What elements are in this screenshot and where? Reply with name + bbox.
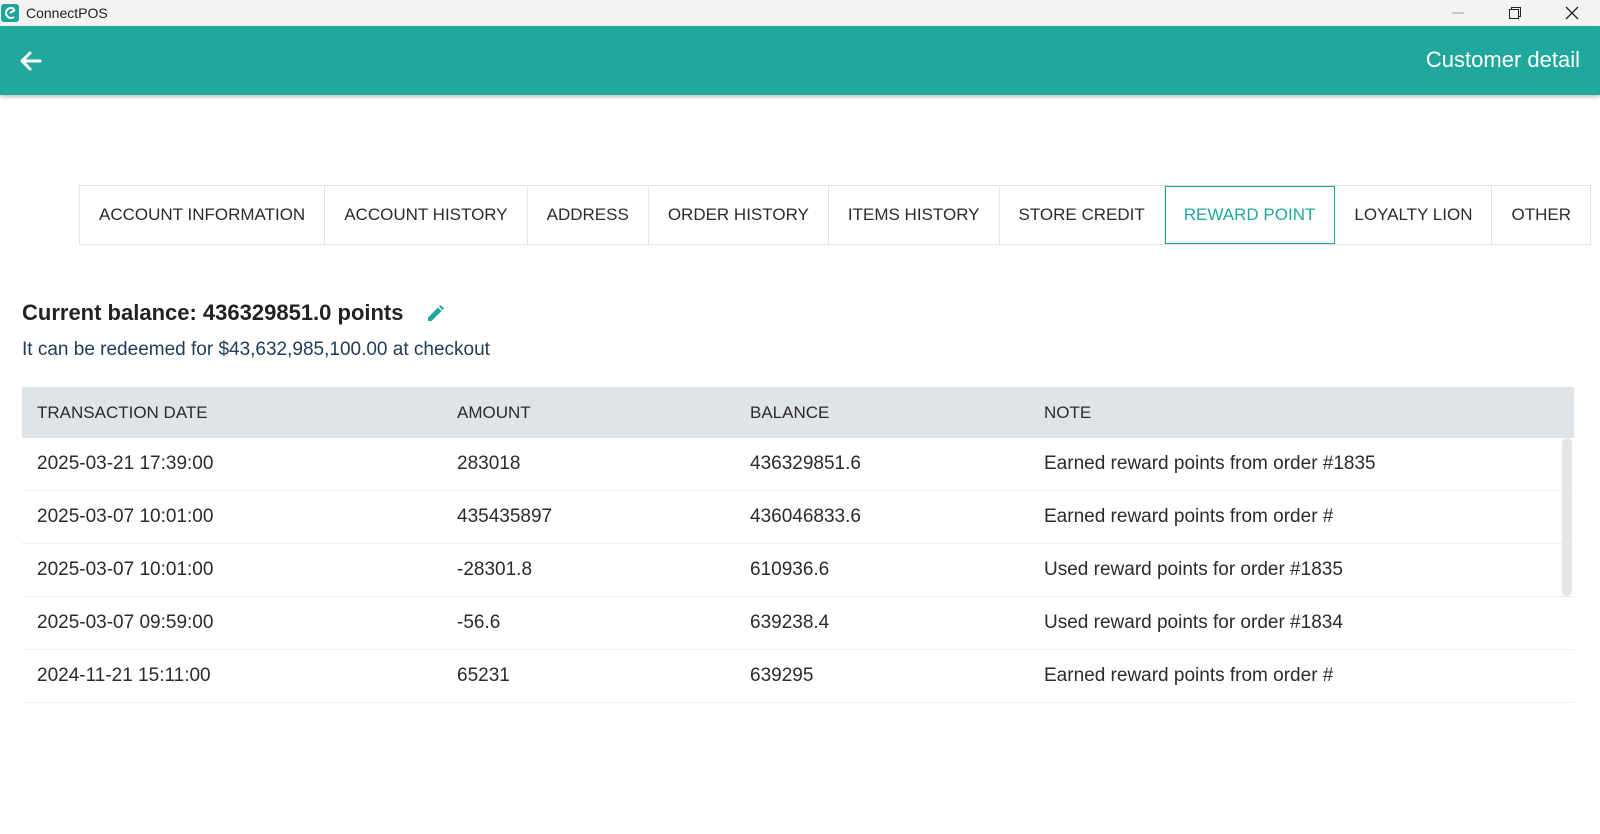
tab-items-history[interactable]: ITEMS HISTORY: [829, 186, 1000, 244]
cell-amount: -28301.8: [457, 559, 533, 580]
cell-balance: 610936.6: [750, 559, 830, 580]
arrow-left-icon[interactable]: [18, 48, 44, 74]
cell-date: 2024-11-21 15:11:00: [37, 665, 211, 686]
close-icon[interactable]: [1543, 0, 1600, 26]
header-transaction-date: TRANSACTION DATE: [37, 402, 208, 422]
cell-balance: 436329851.6: [750, 453, 861, 474]
cell-note: Earned reward points from order #: [1044, 665, 1334, 686]
tab-order-history[interactable]: ORDER HISTORY: [649, 186, 829, 244]
header-amount: AMOUNT: [457, 402, 531, 422]
cell-date: 2025-03-07 09:59:00: [37, 612, 214, 633]
cell-note: Used reward points for order #1834: [1044, 612, 1343, 633]
cell-amount: 435435897: [457, 506, 553, 527]
cell-amount: 283018: [457, 453, 521, 474]
pencil-icon[interactable]: [425, 304, 447, 326]
table-header: TRANSACTION DATE AMOUNT BALANCE NOTE: [22, 387, 1574, 438]
app-logo-icon: [1, 4, 19, 22]
table-row: 2025-03-21 17:39:00 283018 436329851.6 E…: [22, 438, 1574, 491]
redeem-info: It can be redeemed for $43,632,985,100.0…: [22, 339, 490, 360]
cell-amount: 65231: [457, 665, 510, 686]
table-row: 2025-03-07 10:01:00 -28301.8 610936.6 Us…: [22, 544, 1574, 597]
tab-address[interactable]: ADDRESS: [528, 186, 649, 244]
cell-note: Used reward points for order #1835: [1044, 559, 1343, 580]
window-controls: [1429, 0, 1600, 26]
tab-loyalty-lion[interactable]: LOYALTY LION: [1335, 186, 1493, 244]
tab-reward-point[interactable]: REWARD POINT: [1164, 186, 1336, 244]
cell-balance: 639238.4: [750, 612, 830, 633]
minimize-icon[interactable]: [1429, 0, 1486, 26]
cell-note: Earned reward points from order #1835: [1044, 453, 1376, 474]
table-row: 2024-11-21 15:11:00 65231 639295 Earned …: [22, 650, 1574, 703]
tab-store-credit[interactable]: STORE CREDIT: [1000, 186, 1165, 244]
cell-date: 2025-03-21 17:39:00: [37, 453, 214, 474]
reward-transactions-table: TRANSACTION DATE AMOUNT BALANCE NOTE 202…: [22, 387, 1574, 703]
window-titlebar: ConnectPOS: [0, 0, 1600, 26]
cell-date: 2025-03-07 10:01:00: [37, 559, 214, 580]
cell-date: 2025-03-07 10:01:00: [37, 506, 214, 527]
app-name: ConnectPOS: [26, 5, 108, 21]
current-balance: Current balance: 436329851.0 points: [22, 300, 404, 325]
header-balance: BALANCE: [750, 402, 830, 422]
cell-amount: -56.6: [457, 612, 501, 633]
page-title: Customer detail: [1425, 47, 1580, 72]
header-note: NOTE: [1044, 402, 1092, 422]
restore-icon[interactable]: [1486, 0, 1543, 26]
tab-other[interactable]: OTHER: [1492, 186, 1590, 244]
table-scrollbar[interactable]: [1562, 438, 1572, 596]
cell-balance: 639295: [750, 665, 814, 686]
cell-balance: 436046833.6: [750, 506, 861, 527]
table-row: 2025-03-07 09:59:00 -56.6 639238.4 Used …: [22, 597, 1574, 650]
table-row: 2025-03-07 10:01:00 435435897 436046833.…: [22, 491, 1574, 544]
app-header: Customer detail: [0, 26, 1600, 95]
customer-tabs: ACCOUNT INFORMATION ACCOUNT HISTORY ADDR…: [79, 185, 1591, 245]
tab-account-history[interactable]: ACCOUNT HISTORY: [325, 186, 528, 244]
tab-account-information[interactable]: ACCOUNT INFORMATION: [80, 186, 326, 244]
cell-note: Earned reward points from order #: [1044, 506, 1334, 527]
